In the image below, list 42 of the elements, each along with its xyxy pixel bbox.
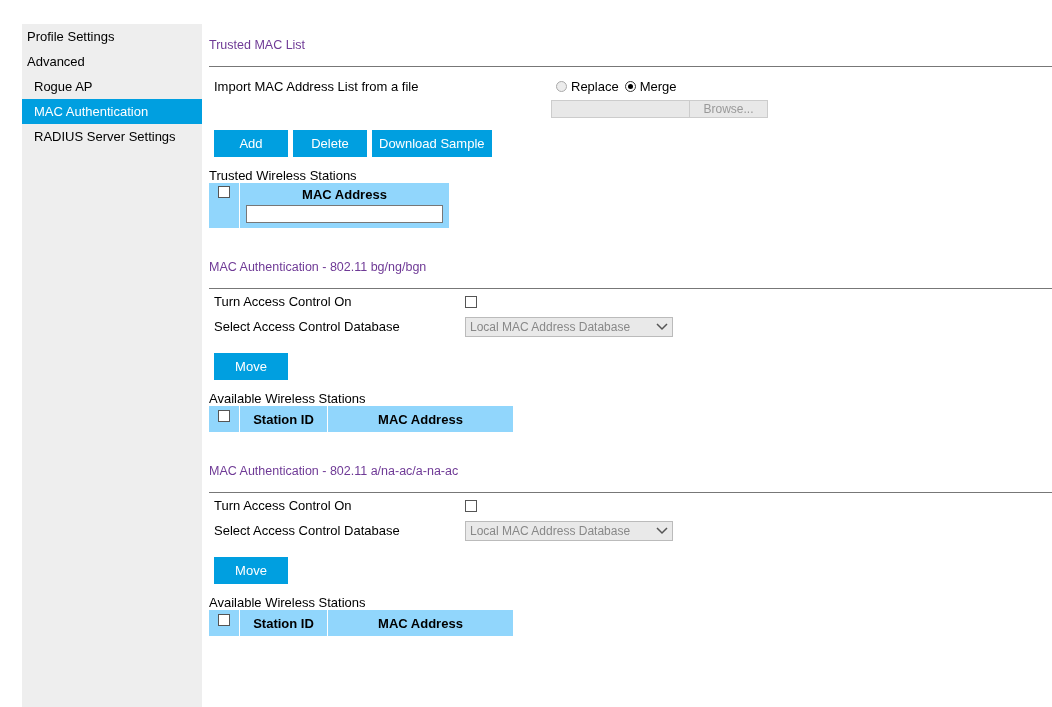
sidebar-item[interactable]: RADIUS Server Settings [22,124,202,149]
radio-label: Merge [639,79,677,94]
field-label: Select Access Control Database [214,319,401,334]
section-title: MAC Authentication - 802.11 bg/ng/bgn [209,260,428,276]
column-header: MAC Address [302,187,387,202]
radio-button[interactable] [624,81,636,92]
chevron-down-icon [656,322,668,331]
column-header: MAC Address [378,615,463,631]
table-caption: Trusted Wireless Stations [209,168,358,183]
sidebar-item[interactable]: Rogue AP [22,74,202,99]
checkbox[interactable] [465,499,477,512]
browse-button[interactable]: Browse... [689,101,767,117]
column-header: Station ID [253,615,314,631]
sidebar-item[interactable]: Profile Settings [22,24,202,49]
field-label: Turn Access Control On [214,294,353,309]
field-label: Select Access Control Database [214,523,401,538]
radio-label: Replace [571,79,619,94]
move-button[interactable]: Move [214,353,288,380]
mac-address-field[interactable] [246,205,443,223]
database-dropdown[interactable]: Local MAC Address Database [465,520,673,541]
action-button[interactable]: Download Sample [372,130,492,157]
checkbox[interactable] [218,410,230,422]
checkbox[interactable] [218,614,230,626]
checkbox[interactable] [465,295,477,308]
radio-button[interactable] [556,81,567,92]
field-label: Import MAC Address List from a file [214,79,420,96]
section-title: MAC Authentication - 802.11 a/na-ac/a-na-ac [209,464,460,480]
move-button[interactable]: Move [214,557,288,584]
table-caption: Available Wireless Stations [209,595,367,610]
sidebar-item[interactable]: Advanced [22,49,202,74]
field-label: Turn Access Control On [214,498,353,513]
action-button[interactable]: Add [214,130,288,157]
column-header: MAC Address [378,411,463,427]
database-dropdown[interactable]: Local MAC Address Database [465,316,673,337]
column-header: Station ID [253,411,314,427]
file-field[interactable]: Browse... [551,100,768,118]
checkbox[interactable] [218,186,230,198]
action-button[interactable]: Delete [293,130,367,157]
section-title: Trusted MAC List [209,38,307,54]
table-caption: Available Wireless Stations [209,391,367,406]
sidebar-item[interactable]: MAC Authentication [22,99,202,124]
chevron-down-icon [656,526,668,535]
